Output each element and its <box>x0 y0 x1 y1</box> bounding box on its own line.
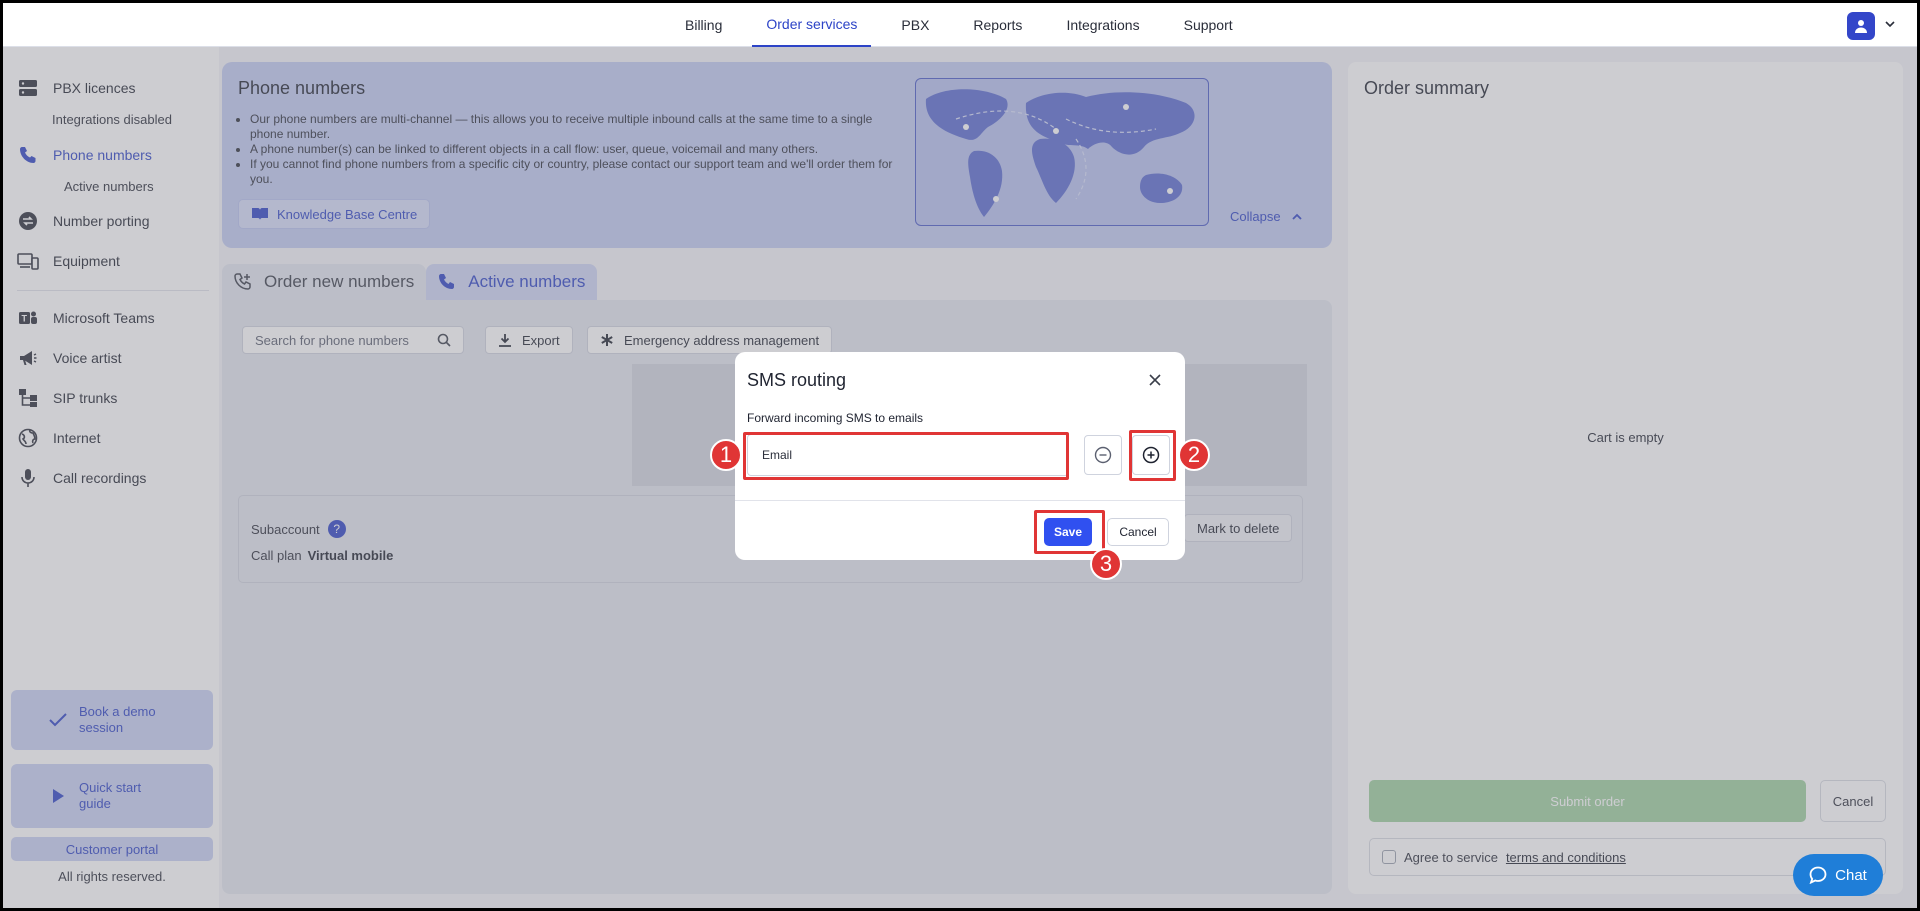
cancel-button[interactable]: Cancel <box>1107 518 1169 546</box>
nav-billing[interactable]: Billing <box>671 3 736 47</box>
highlight-add-button <box>1129 430 1176 481</box>
nav-support[interactable]: Support <box>1170 3 1247 47</box>
chat-button[interactable]: Chat <box>1793 854 1883 896</box>
close-button[interactable] <box>1143 368 1167 392</box>
step-badge-3: 3 <box>1090 548 1122 580</box>
step-badge-2: 2 <box>1178 439 1210 471</box>
chevron-down-icon[interactable] <box>1883 17 1897 31</box>
step-badge-1: 1 <box>710 439 742 471</box>
top-navigation-bar: Billing Order services PBX Reports Integ… <box>3 3 1917 47</box>
forward-sms-label: Forward incoming SMS to emails <box>747 411 924 425</box>
chat-bubble-icon <box>1809 866 1827 884</box>
remove-email-button[interactable] <box>1084 435 1122 475</box>
dialog-title: SMS routing <box>747 370 847 390</box>
nav-integrations[interactable]: Integrations <box>1052 3 1153 47</box>
main-menu: Billing Order services PBX Reports Integ… <box>663 3 1255 47</box>
close-icon <box>1149 374 1161 386</box>
user-avatar[interactable] <box>1847 12 1875 40</box>
nav-order-services[interactable]: Order services <box>752 3 872 47</box>
chat-label: Chat <box>1835 866 1867 884</box>
highlight-save-button <box>1034 510 1105 554</box>
highlight-email-field <box>743 432 1069 480</box>
nav-pbx[interactable]: PBX <box>887 3 943 47</box>
minus-circle-icon <box>1094 446 1112 464</box>
user-icon <box>1855 20 1867 33</box>
dialog-divider <box>735 500 1185 501</box>
nav-reports[interactable]: Reports <box>959 3 1036 47</box>
